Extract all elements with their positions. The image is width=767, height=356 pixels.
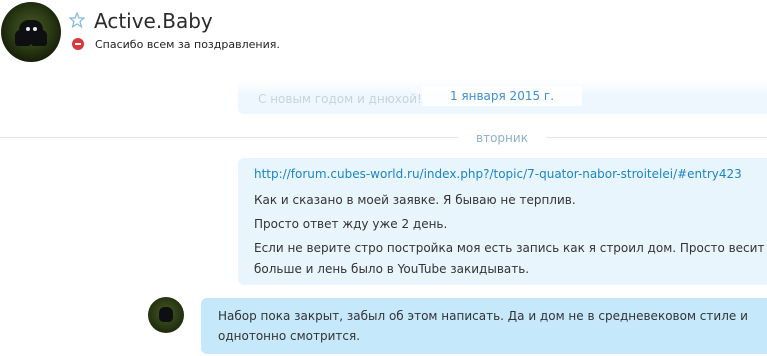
message-line: Если не верите стро постройка моя есть з… xyxy=(254,241,765,255)
sender-avatar[interactable] xyxy=(148,297,184,333)
avatar-eye xyxy=(26,27,30,31)
message-line: Просто ответ жду уже 2 день. xyxy=(254,217,448,231)
star-outline-icon[interactable] xyxy=(69,12,85,28)
do-not-disturb-icon xyxy=(72,38,84,50)
avatar-eye xyxy=(33,27,37,31)
avatar-figure xyxy=(159,307,173,322)
avatar-figure xyxy=(19,20,43,44)
day-divider-label: вторник xyxy=(458,130,546,146)
message-line: Набор пока закрыт, забыл об этом написат… xyxy=(218,309,748,323)
message-link[interactable]: http://forum.cubes-world.ru/index.php?/t… xyxy=(254,167,742,181)
chat-header: Active.Baby Спасибо всем за поздравления… xyxy=(0,0,767,68)
day-divider xyxy=(0,137,767,138)
incoming-message-bubble[interactable]: Набор пока закрыт, забыл об этом написат… xyxy=(201,298,767,354)
contact-avatar[interactable] xyxy=(1,2,61,62)
mood-message: Спасибо всем за поздравления. xyxy=(95,38,280,51)
message-line: Как и сказано в моей заявке. Я бываю не … xyxy=(254,193,576,207)
message-date: 1 января 2015 г. xyxy=(422,86,582,106)
contact-name[interactable]: Active.Baby xyxy=(94,9,213,33)
outgoing-message-bubble[interactable]: http://forum.cubes-world.ru/index.php?/t… xyxy=(238,158,767,285)
message-line: однотонно смотрится. xyxy=(218,329,361,343)
message-line: больше и лень было в YouTube закидывать. xyxy=(254,262,530,276)
